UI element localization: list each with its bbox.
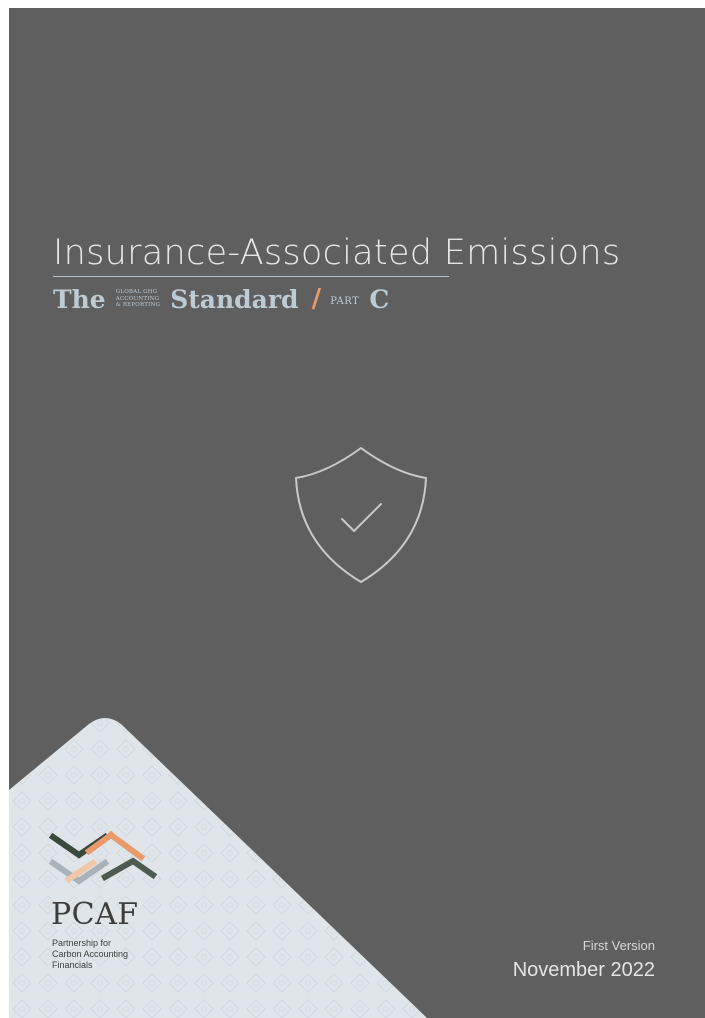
release-date: November 2022 [512, 959, 655, 981]
report-cover: Insurance-Associated Emissions The GLOBA… [9, 8, 705, 1018]
pcaf-fullname-line: Financials [52, 960, 93, 970]
pcaf-fullname-line: Carbon Accounting [52, 949, 129, 959]
version-label: First Version [582, 938, 655, 953]
version-info: First Version November 2022 [513, 938, 655, 982]
pcaf-logo-text: PCAF [51, 897, 139, 932]
pcaf-fullname: Partnership for Carbon Accounting Financ… [52, 938, 128, 971]
pcaf-logo-mark [49, 831, 158, 885]
pcaf-fullname-line: Partnership for [52, 938, 112, 948]
